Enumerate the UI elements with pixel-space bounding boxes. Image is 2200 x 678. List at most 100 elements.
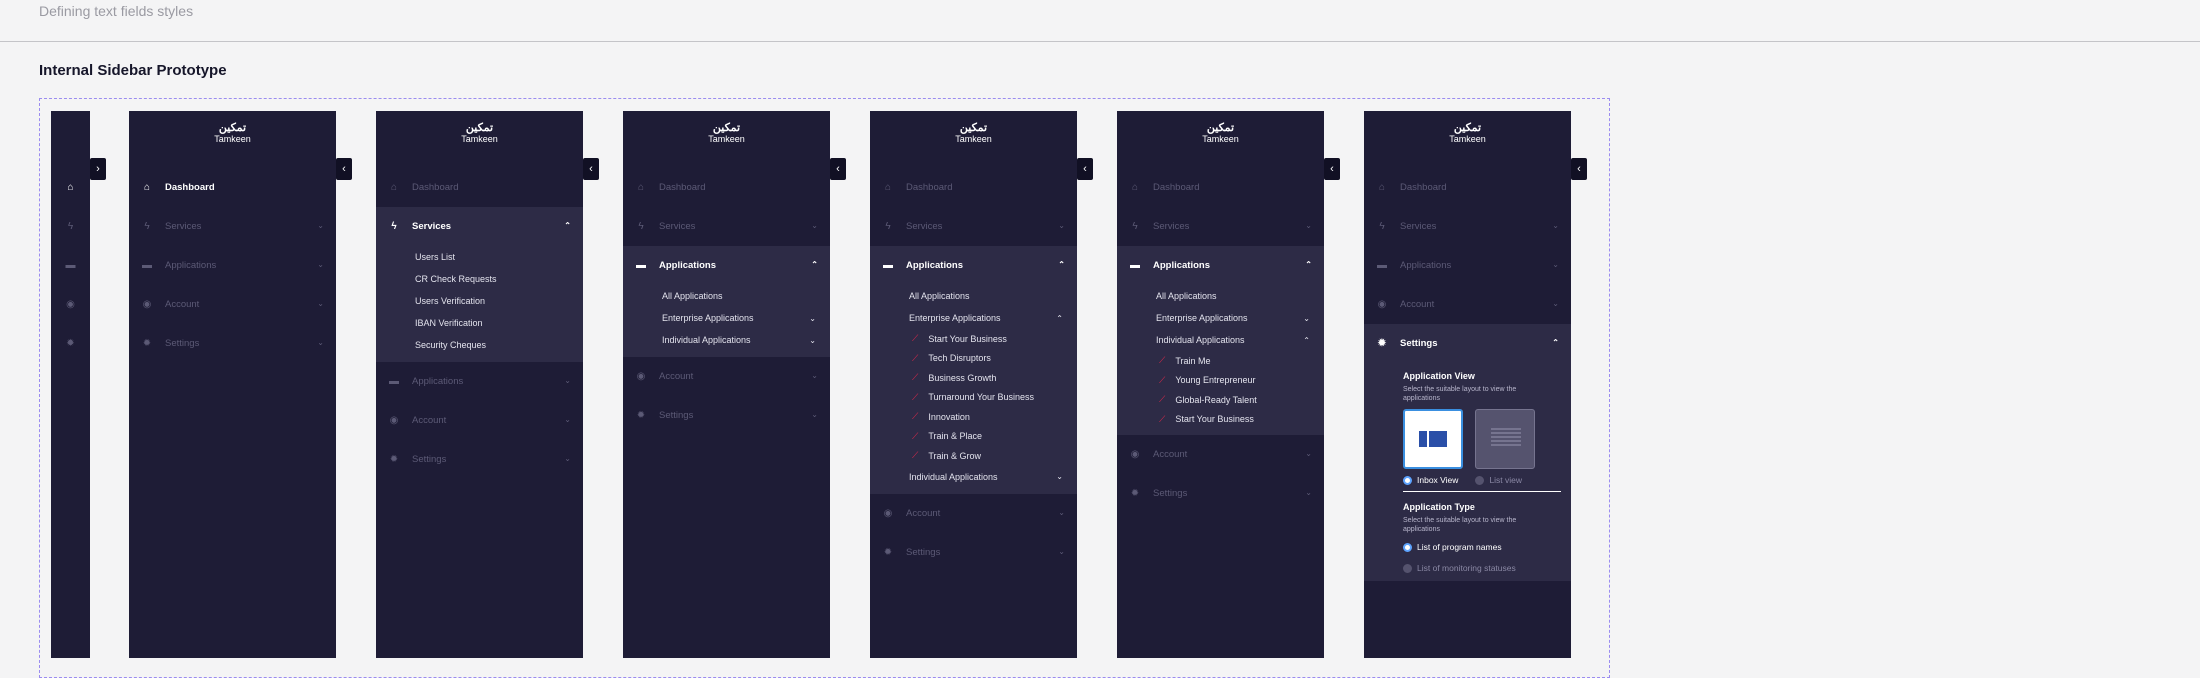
program-item[interactable]: ⟋ Train & Place: [870, 427, 1077, 447]
sidebar-item-settings[interactable]: ✹ Settings ⌄: [870, 533, 1077, 572]
folder-icon: ▬: [636, 260, 646, 271]
sidebar-item-services[interactable]: ϟ Services ⌃: [376, 207, 583, 246]
sidebar-item-applications[interactable]: ▬ Applications ⌃: [623, 246, 830, 285]
sidebar-item-settings[interactable]: ✹ Settings ⌄: [1117, 474, 1324, 513]
sidebar-item-settings[interactable]: ✹ Settings ⌄: [376, 440, 583, 479]
sidebar-item-applications[interactable]: ▬ Applications ⌃: [870, 246, 1077, 285]
gear-icon: ✹: [1130, 488, 1140, 499]
inbox-view-card[interactable]: [1403, 409, 1463, 469]
user-icon: ◉: [1377, 299, 1387, 310]
logo: تمكين Tamkeen: [214, 122, 251, 144]
program-item[interactable]: ⟋ Innovation: [870, 407, 1077, 427]
submenu-item-individual[interactable]: Individual Applications ⌃: [1117, 329, 1324, 351]
submenu-item-all[interactable]: All Applications: [623, 285, 830, 307]
submenu-item-enterprise[interactable]: Enterprise Applications ⌄: [1117, 307, 1324, 329]
folder-icon: ▬: [883, 260, 893, 271]
user-icon: ◉: [389, 415, 399, 426]
sidebar-item-account[interactable]: ◉ Account ⌄: [1117, 435, 1324, 474]
sidebar-item-dashboard[interactable]: ⌂ Dashboard: [1364, 168, 1571, 207]
program-item[interactable]: ⟋ Train Me: [1117, 351, 1324, 371]
program-item[interactable]: ⟋ Business Growth: [870, 368, 1077, 388]
sidebar-item-settings[interactable]: ✹: [51, 324, 90, 363]
application-view-heading: Application View: [1403, 371, 1475, 381]
collapse-toggle[interactable]: ‹: [1571, 158, 1587, 180]
sidebar-item-dashboard[interactable]: ⌂ Dashboard: [870, 168, 1077, 207]
sidebar-item-services[interactable]: ϟ: [51, 207, 90, 246]
submenu-item[interactable]: IBAN Verification: [376, 312, 583, 334]
sidebar-item-applications[interactable]: ▬ Applications ⌄: [376, 362, 583, 401]
chevron-up-icon: ⌃: [811, 260, 818, 269]
sidebar-item-settings[interactable]: ✹ Settings ⌄: [129, 324, 336, 363]
applications-group: ▬ Applications ⌃ All Applications Enterpri…: [1117, 246, 1324, 435]
sidebar-item-settings[interactable]: ✹ Settings ⌃: [1364, 324, 1571, 363]
pen-icon: ⟋: [912, 450, 919, 461]
program-item[interactable]: ⟋ Turnaround Your Business: [870, 388, 1077, 408]
gear-icon: ✹: [142, 338, 152, 349]
sidebar-item-account[interactable]: ◉ Account ⌄: [376, 401, 583, 440]
chevron-down-icon: ⌄: [809, 313, 816, 323]
logo: تمكين Tamkeen: [1202, 122, 1239, 144]
sidebar-item-account[interactable]: ◉ Account ⌄: [623, 357, 830, 396]
inbox-view-radio[interactable]: [1403, 475, 1412, 485]
chevron-down-icon: ⌄: [1552, 221, 1559, 230]
sidebar-item-dashboard[interactable]: ⌂ Dashboard: [1117, 168, 1324, 207]
submenu-item-enterprise[interactable]: Enterprise Applications ⌄: [623, 307, 830, 329]
collapse-toggle[interactable]: ‹: [583, 158, 599, 180]
submenu-item-all[interactable]: All Applications: [870, 285, 1077, 307]
program-names-radio[interactable]: [1403, 542, 1412, 552]
submenu-item[interactable]: CR Check Requests: [376, 268, 583, 290]
home-icon: ⌂: [67, 182, 74, 193]
logo: تمكين Tamkeen: [955, 122, 992, 144]
collapse-toggle[interactable]: ‹: [830, 158, 846, 180]
submenu-item-all[interactable]: All Applications: [1117, 285, 1324, 307]
bolt-icon: ϟ: [1379, 221, 1385, 232]
sidebar-item-applications[interactable]: ▬ Applications ⌄: [1364, 246, 1571, 285]
program-item[interactable]: ⟋ Young Entrepreneur: [1117, 371, 1324, 391]
sidebar-item-services[interactable]: ϟ Services ⌄: [1117, 207, 1324, 246]
submenu-item[interactable]: Users List: [376, 246, 583, 268]
monitoring-statuses-label: List of monitoring statuses: [1417, 563, 1516, 573]
sidebar-item-account[interactable]: ◉ Account ⌄: [870, 494, 1077, 533]
monitoring-statuses-radio[interactable]: [1403, 563, 1412, 573]
sidebar-item-dashboard[interactable]: ⌂ Dashboard: [376, 168, 583, 207]
sidebar-item-services[interactable]: ϟ Services ⌄: [623, 207, 830, 246]
submenu-item-enterprise[interactable]: Enterprise Applications ⌃: [870, 307, 1077, 329]
sidebar-item-dashboard[interactable]: ⌂: [51, 168, 90, 207]
application-view-desc: Select the suitable layout to view the a…: [1403, 386, 1517, 402]
user-icon: ◉: [636, 371, 646, 382]
collapse-toggle[interactable]: ‹: [1077, 158, 1093, 180]
sidebar-item-settings[interactable]: ✹ Settings ⌄: [623, 396, 830, 435]
sidebar-services: تمكين Tamkeen ⌂ Dashboard ϟ Services ⌃ Users…: [376, 111, 583, 658]
submenu-item-individual[interactable]: Individual Applications ⌄: [870, 466, 1077, 488]
collapse-toggle[interactable]: ‹: [336, 158, 352, 180]
sidebar-item-applications[interactable]: ▬ Applications ⌃: [1117, 246, 1324, 285]
sidebar-item-applications[interactable]: ▬: [51, 246, 90, 285]
collapse-toggle[interactable]: ‹: [1324, 158, 1340, 180]
sidebar-item-dashboard[interactable]: ⌂ Dashboard: [623, 168, 830, 207]
submenu-item[interactable]: Security Cheques: [376, 334, 583, 356]
expand-toggle[interactable]: ›: [90, 158, 106, 180]
program-item[interactable]: ⟋ Train & Grow: [870, 446, 1077, 466]
sidebar-item-account[interactable]: ◉ Account ⌄: [1364, 285, 1571, 324]
list-view-radio[interactable]: [1475, 475, 1485, 485]
sidebar-item-account[interactable]: ◉ Account ⌄: [129, 285, 336, 324]
sidebar-item-services[interactable]: ϟ Services ⌄: [870, 207, 1077, 246]
pen-icon: ⟋: [1159, 413, 1166, 424]
sidebar-item-account[interactable]: ◉: [51, 285, 90, 324]
program-item[interactable]: ⟋ Start Your Business: [1117, 410, 1324, 430]
submenu-item-individual[interactable]: Individual Applications ⌄: [623, 329, 830, 351]
sidebar-item-services[interactable]: ϟ Services ⌄: [1364, 207, 1571, 246]
sidebar-item-dashboard[interactable]: ⌂ Dashboard: [129, 168, 336, 207]
sidebar-item-applications[interactable]: ▬ Applications ⌄: [129, 246, 336, 285]
list-view-card[interactable]: [1475, 409, 1535, 469]
program-item[interactable]: ⟋ Tech Disruptors: [870, 349, 1077, 369]
sidebar-item-services[interactable]: ϟ Services ⌄: [129, 207, 336, 246]
logo: تمكين Tamkeen: [1449, 122, 1486, 144]
chevron-down-icon: ⌄: [564, 454, 571, 463]
sidebar-settings: تمكين Tamkeen ⌂ Dashboard ϟ Services ⌄ ▬ Appl…: [1364, 111, 1571, 658]
program-item[interactable]: ⟋ Start Your Business: [870, 329, 1077, 349]
program-item[interactable]: ⟋ Global-Ready Talent: [1117, 390, 1324, 410]
chevron-up-icon: ⌃: [1552, 338, 1559, 347]
submenu-item[interactable]: Users Verification: [376, 290, 583, 312]
chevron-down-icon: ⌄: [1058, 221, 1065, 230]
